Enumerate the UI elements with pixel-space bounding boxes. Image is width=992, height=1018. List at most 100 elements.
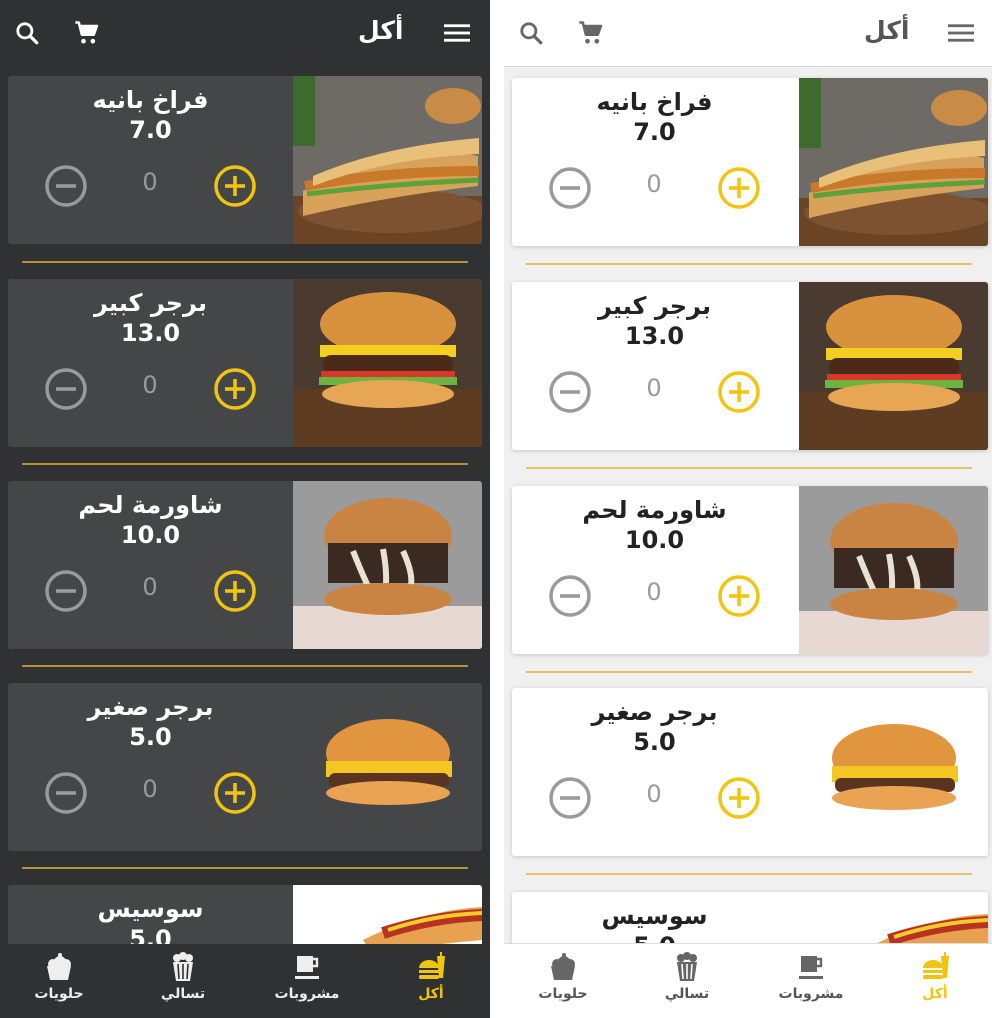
menu-item-card[interactable]: برجر صغير 5.0 0 [8, 683, 482, 851]
menu-item-card[interactable]: سوسيس 5.0 [8, 885, 482, 944]
dark-theme-screen: أكل فراخ بانيه 7.0 0 برجر كبير 13.0 0 شا… [0, 0, 490, 1018]
divider [22, 261, 468, 263]
item-info: سوسيس 5.0 [8, 885, 293, 944]
menu-item-card[interactable]: برجر كبير 13.0 0 [512, 282, 988, 450]
item-info: شاورمة لحم 10.0 0 [512, 486, 797, 654]
menu-item-card[interactable]: فراخ بانيه 7.0 0 [512, 78, 988, 246]
decrease-button[interactable] [548, 166, 592, 210]
menu-item-card[interactable]: فراخ بانيه 7.0 0 [8, 76, 482, 244]
item-name: برجر صغير [591, 698, 718, 726]
tab-desserts[interactable]: حلويات [4, 952, 114, 1014]
drink-icon [795, 952, 827, 982]
divider [22, 867, 468, 869]
menu-item-card[interactable]: شاورمة لحم 10.0 0 [8, 481, 482, 649]
increase-button[interactable] [717, 574, 761, 618]
search-icon[interactable] [12, 18, 42, 48]
light-theme-screen: أكل فراخ بانيه 7.0 0 برجر كبير 13.0 0 شا… [504, 0, 992, 1018]
decrease-button[interactable] [44, 367, 88, 411]
menu-item-card[interactable]: سوسيس 5.0 [512, 892, 988, 944]
menu-item-card[interactable]: شاورمة لحم 10.0 0 [512, 486, 988, 654]
decrease-button[interactable] [44, 771, 88, 815]
tab-snacks[interactable]: تسالي [632, 952, 742, 1014]
increase-button[interactable] [717, 776, 761, 820]
item-price: 13.0 [120, 319, 181, 347]
item-image-chicken-sandwich [799, 78, 988, 246]
cart-icon[interactable] [72, 18, 102, 48]
item-price: 5.0 [633, 728, 676, 756]
separator [490, 0, 504, 1018]
quantity-value: 0 [646, 374, 662, 402]
quantity-value: 0 [142, 168, 158, 196]
tab-label: تسالي [160, 986, 206, 1002]
item-image-small-burger [293, 683, 482, 851]
item-name: شاورمة لحم [78, 491, 223, 519]
tab-drinks[interactable]: مشروبات [756, 952, 866, 1014]
tab-food[interactable]: أكل [376, 952, 486, 1014]
item-name: فراخ بانيه [92, 86, 209, 114]
item-price: 13.0 [624, 322, 685, 350]
menu-item-card[interactable]: برجر صغير 5.0 0 [512, 688, 988, 856]
tab-label: مشروبات [778, 986, 844, 1002]
menu-item-card[interactable]: برجر كبير 13.0 0 [8, 279, 482, 447]
tab-drinks[interactable]: مشروبات [252, 952, 362, 1014]
menu-list: فراخ بانيه 7.0 0 برجر كبير 13.0 0 شاورمة… [0, 66, 490, 944]
tab-food[interactable]: أكل [880, 952, 990, 1014]
app-bar: أكل [0, 0, 490, 66]
item-name: برجر صغير [87, 693, 214, 721]
tab-label: أكل [922, 986, 948, 1002]
item-info: فراخ بانيه 7.0 0 [512, 78, 797, 246]
cake-icon [43, 952, 75, 982]
decrease-button[interactable] [44, 569, 88, 613]
bottom-navigation: حلويات تسالي مشروبات أكل [0, 944, 490, 1018]
decrease-button[interactable] [548, 776, 592, 820]
decrease-button[interactable] [548, 574, 592, 618]
divider [526, 671, 972, 673]
item-price: 10.0 [624, 526, 685, 554]
tab-snacks[interactable]: تسالي [128, 952, 238, 1014]
item-info: برجر صغير 5.0 0 [512, 688, 797, 856]
quantity-value: 0 [142, 371, 158, 399]
quantity-value: 0 [646, 780, 662, 808]
quantity-value: 0 [142, 775, 158, 803]
item-name: فراخ بانيه [596, 88, 713, 116]
tab-label: أكل [418, 986, 444, 1002]
item-image-hotdog [799, 892, 988, 944]
item-price: 5.0 [129, 925, 172, 944]
increase-button[interactable] [213, 164, 257, 208]
item-name: شاورمة لحم [582, 496, 727, 524]
quantity-value: 0 [646, 578, 662, 606]
tab-desserts[interactable]: حلويات [508, 952, 618, 1014]
item-image-small-burger [799, 688, 988, 856]
increase-button[interactable] [717, 370, 761, 414]
item-info: برجر كبير 13.0 0 [512, 282, 797, 450]
item-name: برجر كبير [93, 289, 207, 317]
decrease-button[interactable] [548, 370, 592, 414]
tab-label: مشروبات [274, 986, 340, 1002]
item-price: 5.0 [129, 723, 172, 751]
menu-icon[interactable] [946, 18, 976, 48]
item-name: سوسيس [601, 902, 708, 930]
item-info: فراخ بانيه 7.0 0 [8, 76, 293, 244]
fastfood-icon [919, 952, 951, 982]
search-icon[interactable] [516, 18, 546, 48]
divider [526, 873, 972, 875]
drink-icon [291, 952, 323, 982]
item-price: 10.0 [120, 521, 181, 549]
increase-button[interactable] [213, 569, 257, 613]
item-image-shawarma [293, 481, 482, 649]
popcorn-icon [167, 952, 199, 982]
increase-button[interactable] [213, 367, 257, 411]
item-image-chicken-sandwich [293, 76, 482, 244]
item-info: شاورمة لحم 10.0 0 [8, 481, 293, 649]
increase-button[interactable] [717, 166, 761, 210]
cart-icon[interactable] [576, 18, 606, 48]
item-image-shawarma [799, 486, 988, 654]
page-title: أكل [864, 16, 910, 45]
divider [526, 467, 972, 469]
item-price: 7.0 [129, 116, 172, 144]
tab-label: تسالي [664, 986, 710, 1002]
menu-icon[interactable] [442, 18, 472, 48]
decrease-button[interactable] [44, 164, 88, 208]
increase-button[interactable] [213, 771, 257, 815]
menu-list: فراخ بانيه 7.0 0 برجر كبير 13.0 0 شاورمة… [504, 66, 992, 944]
